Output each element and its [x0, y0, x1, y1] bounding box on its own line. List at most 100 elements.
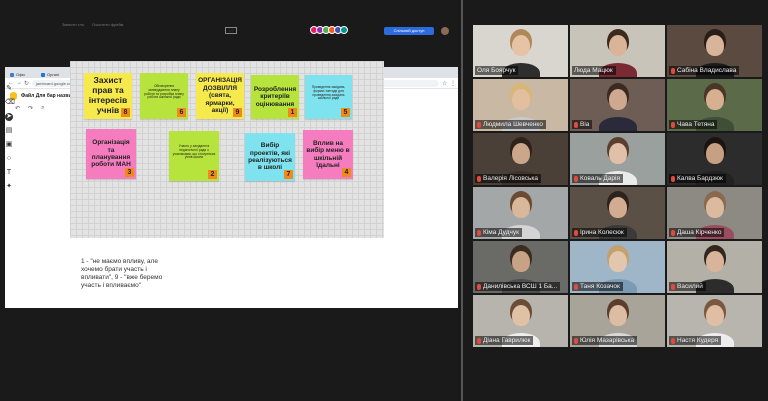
muted-mic-icon	[477, 337, 481, 344]
muted-mic-icon	[574, 283, 578, 290]
participant-name-label: Калва Бардзюк	[677, 175, 723, 182]
account-avatar[interactable]	[441, 27, 449, 35]
text-box-icon[interactable]: T	[5, 169, 13, 177]
star-icon[interactable]: ☆	[442, 80, 447, 87]
participant-face	[608, 89, 627, 110]
viewer-avatar[interactable]	[340, 26, 348, 34]
forward-icon[interactable]: →	[16, 80, 22, 86]
participant-name-label: Даша Кірченко	[677, 229, 722, 236]
sticky-note-icon[interactable]: ▤	[5, 127, 13, 135]
menu-change-background[interactable]: Змінити тло	[62, 22, 84, 27]
participant-name-label: Віа	[580, 121, 590, 128]
menu-icon[interactable]: ⋮	[450, 80, 456, 87]
sticky-note[interactable]: Проведення засідань, форми і методи для …	[305, 75, 352, 119]
sticky-note[interactable]: Участь у засіданні в педагогічної ради з…	[169, 131, 219, 181]
participant-face	[511, 197, 530, 218]
app-menu: Змінити тло Очистити фрейм	[62, 22, 123, 27]
participant-tile[interactable]: Калва Бардзюк	[667, 133, 762, 185]
participant-face	[705, 197, 724, 218]
participant-name-label: Чава Тетяна	[677, 121, 715, 128]
participant-tile[interactable]: Валерія Лісовська	[473, 133, 568, 185]
participant-tile[interactable]: Данилівська ВСШ 1 Ба...	[473, 241, 568, 293]
participant-name: Кіма Дудчук	[475, 228, 522, 237]
board-title[interactable]: Файл Для бар назви	[21, 93, 72, 99]
layout-divider[interactable]	[461, 0, 463, 401]
image-icon[interactable]: ▣	[5, 141, 13, 149]
participant-face	[608, 305, 627, 326]
circle-icon[interactable]: ○	[5, 155, 13, 163]
participant-name-label: Валерія Лісовська	[483, 175, 539, 182]
laser-icon[interactable]: ✦	[5, 183, 13, 191]
sticky-text: Вплив на вибір меню в шкільній їдальні	[306, 139, 350, 169]
participant-face	[511, 305, 530, 326]
sticky-note[interactable]: Вплив на вибір меню в шкільній їдальні 4	[303, 130, 353, 179]
participant-tile[interactable]: Даша Кірченко	[667, 187, 762, 239]
share-button[interactable]: Спільний доступ	[384, 27, 434, 35]
zoom-icon[interactable]: ⌕	[41, 105, 44, 112]
participant-tile[interactable]: Василий	[667, 241, 762, 293]
muted-mic-icon	[477, 121, 481, 128]
participant-name-label: Ірина Колесюк	[580, 229, 624, 236]
left-toolbar: ✎ ⌫ ➤ ▤ ▣ ○ T ✦	[4, 85, 15, 191]
browser-tab[interactable]: Офіс	[7, 69, 37, 78]
sticky-note[interactable]: Обговорення затвердження плану роботи та…	[140, 73, 188, 119]
participant-name: Сабіна Владислава	[669, 66, 740, 75]
participant-tile[interactable]: Таня Козачок	[570, 241, 665, 293]
participant-name-label: Данилівська ВСШ 1 Ба...	[483, 283, 558, 290]
participant-tile[interactable]: Настя Кудеря	[667, 295, 762, 347]
muted-mic-icon	[574, 229, 578, 236]
frame-indicator[interactable]: 1/1	[225, 27, 237, 34]
participant-name: Діана Гаврилюк	[475, 336, 534, 345]
eraser-icon[interactable]: ⌫	[5, 99, 15, 107]
reload-icon[interactable]: ↻	[24, 80, 29, 87]
tab-favicon-icon	[41, 72, 45, 77]
tab-label: Органі	[47, 72, 60, 77]
muted-mic-icon	[477, 175, 481, 182]
sticky-rank-badge: 8	[121, 108, 130, 117]
participant-tile[interactable]: Ірина Колесюк	[570, 187, 665, 239]
tab-favicon-icon	[10, 72, 14, 77]
participant-face	[511, 89, 530, 110]
participant-name: Василий	[669, 282, 706, 291]
sticky-note[interactable]: Організація та планування роботи МАН 3	[86, 129, 136, 179]
participant-name-label: Сабіна Владислава	[677, 67, 737, 74]
sticky-note[interactable]: Захист прав та інтересів учнів 8	[84, 73, 132, 119]
participant-face	[705, 305, 724, 326]
participant-face	[608, 143, 627, 164]
participant-name-label: Кіма Дудчук	[483, 229, 519, 236]
jamboard-canvas[interactable]: Захист прав та інтересів учнів 8 Обговорен…	[70, 61, 384, 238]
muted-mic-icon	[574, 121, 578, 128]
sticky-note[interactable]: Розроблення критеріїв оцінювання 1	[251, 75, 299, 119]
muted-mic-icon	[574, 337, 578, 344]
select-icon[interactable]: ➤	[5, 113, 13, 121]
participant-face	[705, 89, 724, 110]
sticky-text: Проведення засідань, форми і методи для …	[311, 84, 346, 101]
participant-tile[interactable]: Оля Боярчук	[473, 25, 568, 77]
participant-tile[interactable]: Юлія Мазарівська	[570, 295, 665, 347]
sticky-text: Вибір проектів, які реалізуються в школі	[248, 142, 292, 172]
participant-tile[interactable]: Коваль Дарія	[570, 133, 665, 185]
board-note-text[interactable]: 1 - "не маємо впливу, але хочемо брати у…	[81, 258, 176, 291]
menu-clear-frame[interactable]: Очистити фрейм	[92, 22, 123, 27]
browser-tab[interactable]: Органі	[38, 69, 68, 78]
sticky-rank-badge: 6	[177, 108, 186, 117]
participant-name-label: Людмила Шевченко	[483, 121, 543, 128]
participant-name: Коваль Дарія	[572, 174, 623, 183]
muted-mic-icon	[671, 67, 675, 74]
participant-tile[interactable]: Кіма Дудчук	[473, 187, 568, 239]
participant-tile[interactable]: Віа	[570, 79, 665, 131]
participant-face	[705, 35, 724, 56]
participant-tile[interactable]: Чава Тетяна	[667, 79, 762, 131]
muted-mic-icon	[671, 283, 675, 290]
undo-icon[interactable]: ↶	[15, 105, 20, 112]
redo-icon[interactable]: ↷	[28, 105, 33, 112]
pen-icon[interactable]: ✎	[5, 85, 13, 93]
participant-tile[interactable]: Людмила Шевченко	[473, 79, 568, 131]
participant-tile[interactable]: Люда Мацюк	[570, 25, 665, 77]
participant-tile[interactable]: Сабіна Владислава	[667, 25, 762, 77]
sticky-note[interactable]: ОРГАНІЗАЦІЯ ДОЗВІЛЛЯ (свята, ярмарки, ак…	[196, 73, 244, 119]
participant-tile[interactable]: Діана Гаврилюк	[473, 295, 568, 347]
participant-face	[511, 251, 530, 272]
participant-name-label: Оля Боярчук	[477, 67, 516, 74]
sticky-note[interactable]: Вибір проектів, які реалізуються в школі…	[245, 133, 295, 181]
